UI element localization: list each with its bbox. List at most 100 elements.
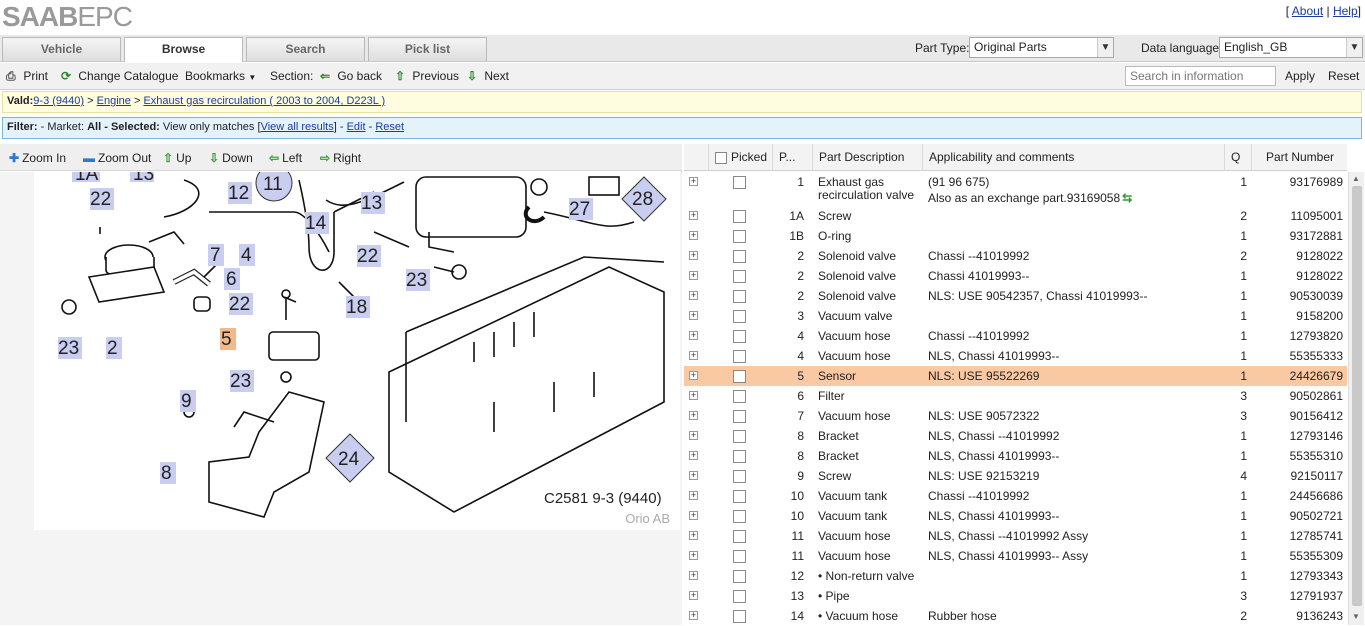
apply-button[interactable]: Apply: [1285, 69, 1315, 83]
pick-checkbox[interactable]: [733, 270, 746, 283]
expand-icon[interactable]: +: [689, 351, 698, 360]
view-all-results-link[interactable]: View all results: [261, 121, 334, 133]
pick-checkbox[interactable]: [733, 590, 746, 603]
expand-icon[interactable]: +: [689, 471, 698, 480]
pick-checkbox[interactable]: [733, 510, 746, 523]
expand-icon[interactable]: +: [689, 451, 698, 460]
table-row[interactable]: +1B O-ring 1 93172881: [684, 226, 1347, 246]
header-applicability[interactable]: Applicability and comments: [922, 144, 1224, 171]
expand-icon[interactable]: +: [689, 431, 698, 440]
expand-icon[interactable]: +: [689, 591, 698, 600]
table-row[interactable]: +3 Vacuum valve 1 9158200: [684, 306, 1347, 326]
tab-browse[interactable]: Browse: [124, 37, 243, 62]
pick-checkbox[interactable]: [733, 310, 746, 323]
expand-icon[interactable]: +: [689, 371, 698, 380]
expand-icon[interactable]: +: [689, 291, 698, 300]
breadcrumb-model[interactable]: 9-3 (9440): [33, 95, 84, 107]
table-row[interactable]: +4 Vacuum hose NLS, Chassi 41019993-- 1 5535…: [684, 346, 1347, 366]
tab-search[interactable]: Search: [246, 37, 365, 61]
next-button[interactable]: ⇩ Next: [467, 69, 509, 83]
previous-button[interactable]: ⇧ Previous: [395, 69, 459, 83]
header-part-description[interactable]: Part Description: [812, 144, 922, 171]
table-row[interactable]: +7 Vacuum hose NLS: USE 90572322 3 90156412: [684, 406, 1347, 426]
data-language-select[interactable]: English_GB ▼: [1219, 37, 1363, 58]
table-row[interactable]: +9 Screw NLS: USE 92153219 4 92150117: [684, 466, 1347, 486]
vertical-scrollbar[interactable]: ▲ ▼: [1348, 172, 1364, 625]
table-row[interactable]: +11 Vacuum hose NLS, Chassi --41019992 Ass…: [684, 526, 1347, 546]
table-row[interactable]: +8 Bracket NLS, Chassi --41019992 1 12793146: [684, 426, 1347, 446]
pan-right-button[interactable]: ⇨ Right: [320, 151, 361, 165]
tab-vehicle[interactable]: Vehicle: [2, 37, 121, 61]
table-row[interactable]: +10 Vacuum tank Chassi --41019992 1 24456686: [684, 486, 1347, 506]
table-row[interactable]: +14 • Vacuum hose Rubber hose 2 9136243: [684, 606, 1347, 626]
pick-checkbox[interactable]: [733, 470, 746, 483]
expand-icon[interactable]: +: [689, 211, 698, 220]
part-type-select[interactable]: Original Parts ▼: [969, 37, 1114, 58]
pick-checkbox[interactable]: [733, 330, 746, 343]
reset-filter-link[interactable]: Reset: [375, 121, 404, 133]
pick-checkbox[interactable]: [733, 430, 746, 443]
about-link[interactable]: About: [1292, 4, 1323, 18]
exploded-parts-diagram[interactable]: 1A 13 22 12 11 14 13 27 28 7 4 22 6 22 2…: [34, 164, 680, 530]
table-row[interactable]: +8 Bracket NLS, Chassi 41019993-- 1 55355310: [684, 446, 1347, 466]
expand-icon[interactable]: +: [689, 271, 698, 280]
table-row[interactable]: +11 Vacuum hose NLS, Chassi 41019993-- Ass…: [684, 546, 1347, 566]
pick-checkbox[interactable]: [733, 210, 746, 223]
expand-icon[interactable]: +: [689, 491, 698, 500]
reset-button[interactable]: Reset: [1328, 69, 1359, 83]
help-link[interactable]: Help: [1333, 4, 1358, 18]
expand-icon[interactable]: +: [689, 571, 698, 580]
scroll-down-icon[interactable]: ▼: [1352, 612, 1360, 621]
table-row[interactable]: +1A Screw 2 11095001: [684, 206, 1347, 226]
table-row[interactable]: +2 Solenoid valve Chassi 41019993-- 1 912802…: [684, 266, 1347, 286]
pick-checkbox[interactable]: [733, 290, 746, 303]
pick-checkbox[interactable]: [733, 250, 746, 263]
pick-checkbox[interactable]: [733, 176, 746, 189]
header-quantity[interactable]: Q: [1224, 144, 1251, 171]
tab-pick-list[interactable]: Pick list: [368, 37, 487, 61]
breadcrumb-engine[interactable]: Engine: [97, 95, 131, 107]
pick-checkbox[interactable]: [733, 550, 746, 563]
header-picked[interactable]: Picked: [708, 144, 772, 171]
table-row[interactable]: +5 Sensor NLS: USE 95522269 1 24426679: [684, 366, 1347, 386]
expand-icon[interactable]: +: [689, 331, 698, 340]
breadcrumb-section[interactable]: Exhaust gas recirculation ( 2003 to 2004…: [143, 95, 385, 107]
pick-checkbox[interactable]: [733, 530, 746, 543]
table-row[interactable]: +12 • Non-return valve 1 12793343: [684, 566, 1347, 586]
expand-icon[interactable]: +: [689, 251, 698, 260]
pick-checkbox[interactable]: [733, 570, 746, 583]
table-row[interactable]: +13 • Pipe 3 12791937: [684, 586, 1347, 606]
pick-checkbox[interactable]: [733, 490, 746, 503]
go-back-button[interactable]: ⇐ Go back: [320, 69, 382, 83]
table-row[interactable]: +6 Filter 3 90502861: [684, 386, 1347, 406]
expand-icon[interactable]: +: [689, 611, 698, 620]
scroll-thumb[interactable]: [1352, 186, 1362, 606]
expand-icon[interactable]: +: [689, 511, 698, 520]
pick-checkbox[interactable]: [733, 350, 746, 363]
expand-icon[interactable]: +: [689, 391, 698, 400]
zoom-out-button[interactable]: ▬ Zoom Out: [83, 151, 151, 165]
pick-checkbox[interactable]: [733, 610, 746, 623]
pick-checkbox[interactable]: [733, 410, 746, 423]
pan-down-button[interactable]: ⇩ Down: [209, 151, 253, 165]
expand-icon[interactable]: +: [689, 231, 698, 240]
table-row[interactable]: +1 Exhaust gas recirculation valve (91 96 6…: [684, 172, 1347, 206]
table-row[interactable]: +4 Vacuum hose Chassi --41019992 1 12793820: [684, 326, 1347, 346]
expand-icon[interactable]: +: [689, 311, 698, 320]
pick-checkbox[interactable]: [733, 450, 746, 463]
table-row[interactable]: +10 Vacuum tank NLS, Chassi 41019993-- 1 905…: [684, 506, 1347, 526]
pick-checkbox[interactable]: [733, 370, 746, 383]
pick-checkbox[interactable]: [733, 230, 746, 243]
change-catalogue-button[interactable]: ⟳ Change Catalogue: [61, 69, 178, 83]
table-row[interactable]: +2 Solenoid valve Chassi --41019992 2 912802…: [684, 246, 1347, 266]
search-input[interactable]: Search in information: [1125, 66, 1276, 86]
expand-icon[interactable]: +: [689, 551, 698, 560]
table-row[interactable]: +2 Solenoid valve NLS: USE 90542357, Chass…: [684, 286, 1347, 306]
expand-icon[interactable]: +: [689, 177, 698, 186]
print-button[interactable]: ⎙ Print: [6, 69, 48, 84]
header-part-number[interactable]: Part Number: [1251, 144, 1347, 171]
zoom-in-button[interactable]: ✚ Zoom In: [9, 151, 66, 165]
expand-icon[interactable]: +: [689, 531, 698, 540]
expand-icon[interactable]: +: [689, 411, 698, 420]
pan-left-button[interactable]: ⇦ Left: [269, 151, 302, 165]
